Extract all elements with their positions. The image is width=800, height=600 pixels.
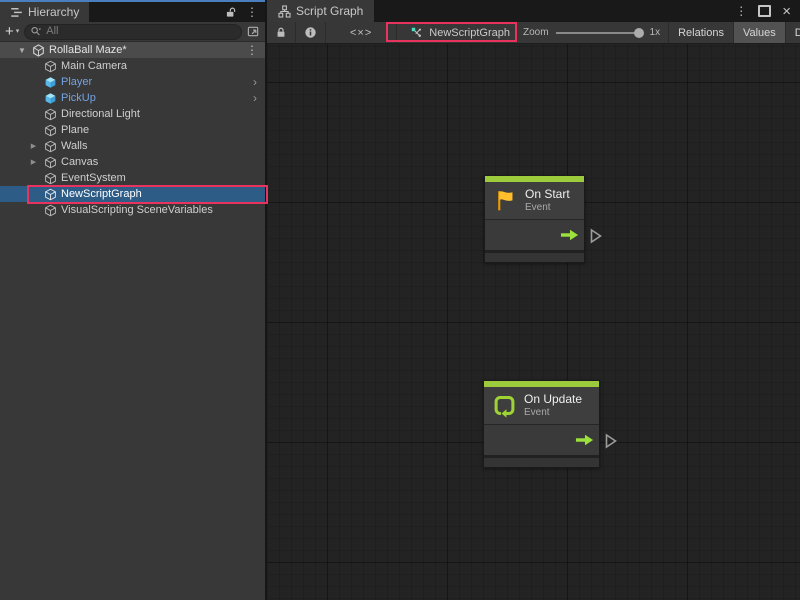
flow-output-port[interactable]: [604, 433, 618, 450]
node-ports-row: [485, 219, 584, 250]
start-flag-icon: [493, 188, 518, 213]
hierarchy-item-eventsystem[interactable]: EventSystem: [0, 170, 265, 186]
add-gameobject-button[interactable]: + ▾: [5, 24, 19, 39]
hierarchy-icon: [10, 6, 23, 19]
search-placeholder: All: [46, 26, 58, 37]
flow-output-arrow-icon[interactable]: [560, 229, 579, 241]
node-ports-row: [484, 424, 599, 455]
node-footer: [485, 250, 584, 262]
gameobject-cube-icon: [44, 124, 57, 137]
dropdown-caret-icon: ▾: [16, 28, 20, 35]
zoom-slider-handle[interactable]: [634, 28, 644, 38]
maximize-icon[interactable]: [758, 5, 771, 17]
graph-info-button[interactable]: [296, 22, 326, 43]
scene-menu-icon[interactable]: ⋮: [246, 44, 258, 56]
hierarchy-toolbar: + ▾ All: [0, 22, 265, 42]
zoom-slider[interactable]: [556, 32, 642, 34]
gameobject-cube-icon: [44, 60, 57, 73]
graph-canvas[interactable]: On Start Event On Updat: [267, 44, 800, 600]
hierarchy-menu-icon[interactable]: ⋮: [246, 6, 258, 18]
unlock-icon[interactable]: [225, 6, 237, 19]
hierarchy-panel: Hierarchy ⋮ + ▾ All ▼ RollaBall Ma: [0, 0, 265, 600]
flow-output-arrow-icon[interactable]: [575, 434, 594, 446]
annotation-highlight-graph-name: [386, 22, 517, 42]
node-subtitle: Event: [524, 407, 582, 419]
search-input[interactable]: All: [24, 24, 242, 40]
tab-script-graph-label: Script Graph: [296, 4, 363, 18]
scene-header-row[interactable]: ▼ RollaBall Maze* ⋮: [0, 42, 265, 58]
hierarchy-item-scenevariables[interactable]: VisualScripting SceneVariables: [0, 202, 265, 218]
zoom-value: 1x: [650, 27, 661, 38]
close-icon[interactable]: ×: [782, 4, 791, 19]
annotation-highlight-hierarchy-item: [27, 185, 268, 204]
gameobject-cube-icon: [44, 140, 57, 153]
relations-toggle[interactable]: Relations: [668, 22, 733, 43]
update-loop-icon: [492, 393, 517, 418]
search-icon: [30, 26, 42, 37]
tab-hierarchy[interactable]: Hierarchy: [0, 2, 89, 22]
gameobject-cube-icon: [44, 172, 57, 185]
gameobject-cube-icon: [44, 204, 57, 217]
hierarchy-item-directional-light[interactable]: Directional Light: [0, 106, 265, 122]
node-graph-icon: [278, 5, 291, 18]
values-toggle[interactable]: Values: [733, 22, 785, 43]
flow-output-port[interactable]: [589, 228, 603, 245]
node-title: On Start: [525, 187, 570, 202]
tabstrip-spacer: [89, 2, 225, 22]
graph-tabstrip: Script Graph ⋮ ×: [267, 0, 800, 22]
node-subtitle: Event: [525, 202, 570, 214]
node-title: On Update: [524, 392, 582, 407]
foldout-collapsed-icon[interactable]: ▶: [27, 158, 40, 166]
plus-icon: +: [5, 24, 14, 39]
hierarchy-item-plane[interactable]: Plane: [0, 122, 265, 138]
scene-name: RollaBall Maze*: [49, 44, 127, 56]
graph-lock-button[interactable]: [267, 22, 296, 43]
prefab-cube-icon: [44, 92, 57, 105]
hierarchy-tabstrip: Hierarchy ⋮: [0, 2, 265, 22]
unity-logo-icon: [32, 44, 45, 57]
gameobject-cube-icon: [44, 108, 57, 121]
prefab-open-chevron-icon[interactable]: ›: [253, 92, 265, 104]
hierarchy-item-player[interactable]: Player ›: [0, 74, 265, 90]
dim-toggle[interactable]: Di: [785, 22, 800, 43]
foldout-collapsed-icon[interactable]: ▶: [27, 142, 40, 150]
prefab-cube-icon: [44, 76, 57, 89]
zoom-label: Zoom: [523, 27, 549, 38]
node-on-start[interactable]: On Start Event: [484, 175, 585, 263]
scene-foldout-icon[interactable]: ▼: [16, 46, 28, 55]
hierarchy-item-pickup[interactable]: PickUp ›: [0, 90, 265, 106]
window-menu-icon[interactable]: ⋮: [735, 5, 747, 17]
script-graph-panel: Script Graph ⋮ × <×> NewScriptGraph Zoom…: [265, 0, 800, 600]
prefab-open-chevron-icon[interactable]: ›: [253, 76, 265, 88]
hierarchy-item-main-camera[interactable]: Main Camera: [0, 58, 265, 74]
node-footer: [484, 455, 599, 467]
node-on-update[interactable]: On Update Event: [483, 380, 600, 468]
search-window-icon[interactable]: [247, 25, 260, 38]
hierarchy-item-walls[interactable]: ▶ Walls: [0, 138, 265, 154]
zoom-control: Zoom 1x: [523, 27, 668, 38]
tab-hierarchy-label: Hierarchy: [28, 5, 79, 19]
tab-script-graph[interactable]: Script Graph: [267, 0, 374, 22]
graph-toolbar: <×> NewScriptGraph Zoom 1x Relations Val…: [267, 22, 800, 44]
hierarchy-item-canvas[interactable]: ▶ Canvas: [0, 154, 265, 170]
gameobject-cube-icon: [44, 156, 57, 169]
